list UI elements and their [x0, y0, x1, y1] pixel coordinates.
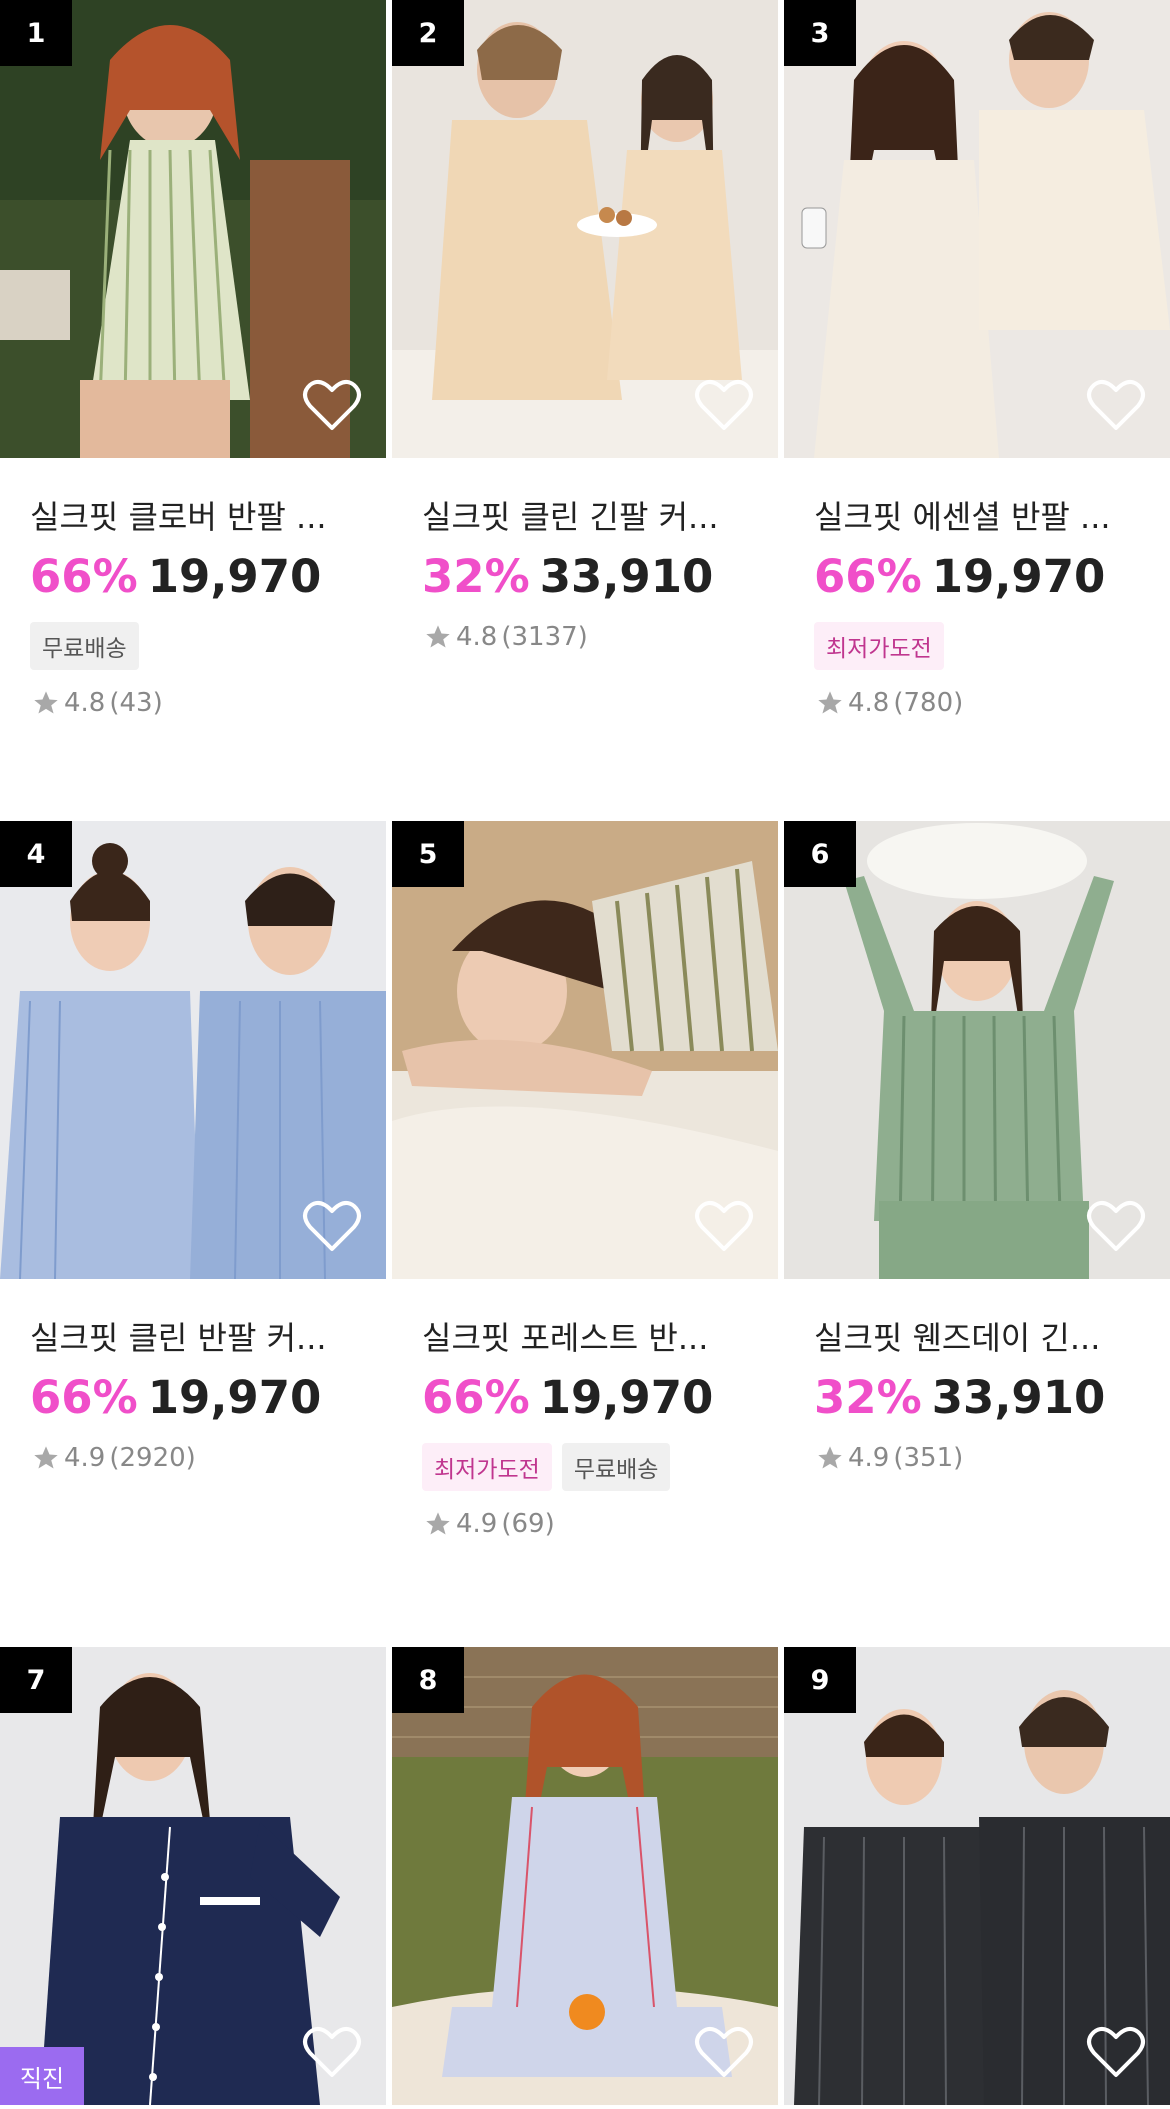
star-icon [426, 1512, 450, 1535]
price-row: 66% 19,970 [422, 1371, 713, 1424]
star-icon [426, 625, 450, 648]
product-title[interactable]: 실크핏 웬즈데이 긴... [814, 1313, 1144, 1359]
rating: 4.8 (43) [32, 688, 163, 718]
review-count: (3137) [501, 622, 588, 652]
rank-badge: 5 [392, 821, 464, 887]
review-count: (780) [893, 688, 964, 718]
heart-outline-icon[interactable] [694, 1199, 754, 1253]
discount-rate: 66% [30, 550, 138, 603]
heart-outline-icon[interactable] [1086, 2025, 1146, 2079]
product-image[interactable]: 7 직진 [0, 1647, 386, 2105]
heart-outline-icon[interactable] [694, 2025, 754, 2079]
discount-rate: 66% [30, 1371, 138, 1424]
sale-price: 19,970 [147, 550, 322, 603]
rank-badge: 9 [784, 1647, 856, 1713]
price-row: 66% 19,970 [30, 1371, 321, 1424]
rating: 4.8 (780) [816, 688, 963, 718]
direct-badge: 직진 [0, 2047, 84, 2105]
free-shipping-badge: 무료배송 [561, 1443, 671, 1491]
star-icon [34, 1446, 58, 1469]
heart-outline-icon[interactable] [694, 378, 754, 432]
rating: 4.9 (2920) [32, 1443, 196, 1473]
rank-badge: 4 [0, 821, 72, 887]
rating-score: 4.9 [64, 1443, 106, 1473]
rank-badge: 8 [392, 1647, 464, 1713]
discount-rate: 32% [814, 1371, 922, 1424]
star-icon [818, 691, 842, 714]
rating-score: 4.8 [64, 688, 106, 718]
review-count: (2920) [109, 1443, 196, 1473]
product-image[interactable]: 1 [0, 0, 386, 458]
product-title[interactable]: 실크핏 에센셜 반팔 ... [814, 492, 1144, 538]
badge-list: 최저가도전 [814, 622, 944, 670]
price-row: 66% 19,970 [814, 550, 1105, 603]
product-title[interactable]: 실크핏 클린 반팔 커... [30, 1313, 360, 1359]
product-image[interactable]: 9 [784, 1647, 1170, 2105]
price-row: 32% 33,910 [422, 550, 713, 603]
rank-badge: 1 [0, 0, 72, 66]
rating: 4.8 (3137) [424, 622, 588, 652]
product-image[interactable]: 6 [784, 821, 1170, 1279]
heart-outline-icon[interactable] [302, 378, 362, 432]
discount-rate: 66% [422, 1371, 530, 1424]
product-title[interactable]: 실크핏 클린 긴팔 커... [422, 492, 752, 538]
product-title[interactable]: 실크핏 클로버 반팔 ... [30, 492, 360, 538]
badge-list: 무료배송 [30, 622, 139, 670]
sale-price: 33,910 [931, 1371, 1106, 1424]
heart-outline-icon[interactable] [302, 2025, 362, 2079]
rank-badge: 3 [784, 0, 856, 66]
product-title[interactable]: 실크핏 포레스트 반... [422, 1313, 752, 1359]
lowest-price-badge: 최저가도전 [814, 622, 944, 670]
heart-outline-icon[interactable] [302, 1199, 362, 1253]
heart-outline-icon[interactable] [1086, 378, 1146, 432]
sale-price: 33,910 [539, 550, 714, 603]
product-image[interactable]: 3 [784, 0, 1170, 458]
rank-badge: 2 [392, 0, 464, 66]
rating-score: 4.9 [848, 1443, 890, 1473]
product-image[interactable]: 4 [0, 821, 386, 1279]
discount-rate: 32% [422, 550, 530, 603]
rank-badge: 6 [784, 821, 856, 887]
rating: 4.9 (351) [816, 1443, 963, 1473]
review-count: (43) [109, 688, 163, 718]
rating-score: 4.8 [848, 688, 890, 718]
review-count: (351) [893, 1443, 964, 1473]
product-image[interactable]: 2 [392, 0, 778, 458]
rank-badge: 7 [0, 1647, 72, 1713]
sale-price: 19,970 [147, 1371, 322, 1424]
product-image[interactable]: 5 [392, 821, 778, 1279]
star-icon [818, 1446, 842, 1469]
free-shipping-badge: 무료배송 [30, 622, 139, 670]
heart-outline-icon[interactable] [1086, 1199, 1146, 1253]
rating: 4.9 (69) [424, 1509, 555, 1539]
star-icon [34, 691, 58, 714]
badge-list: 최저가도전 무료배송 [422, 1443, 671, 1491]
product-image[interactable]: 8 [392, 1647, 778, 2105]
price-row: 32% 33,910 [814, 1371, 1105, 1424]
lowest-price-badge: 최저가도전 [422, 1443, 552, 1491]
rating-score: 4.9 [456, 1509, 498, 1539]
sale-price: 19,970 [931, 550, 1106, 603]
review-count: (69) [501, 1509, 555, 1539]
rating-score: 4.8 [456, 622, 498, 652]
price-row: 66% 19,970 [30, 550, 321, 603]
product-grid: 1 실크핏 클로버 반팔 ... 66% 19,970 무료배송 4.8 (43) [0, 0, 1170, 2109]
discount-rate: 66% [814, 550, 922, 603]
sale-price: 19,970 [539, 1371, 714, 1424]
